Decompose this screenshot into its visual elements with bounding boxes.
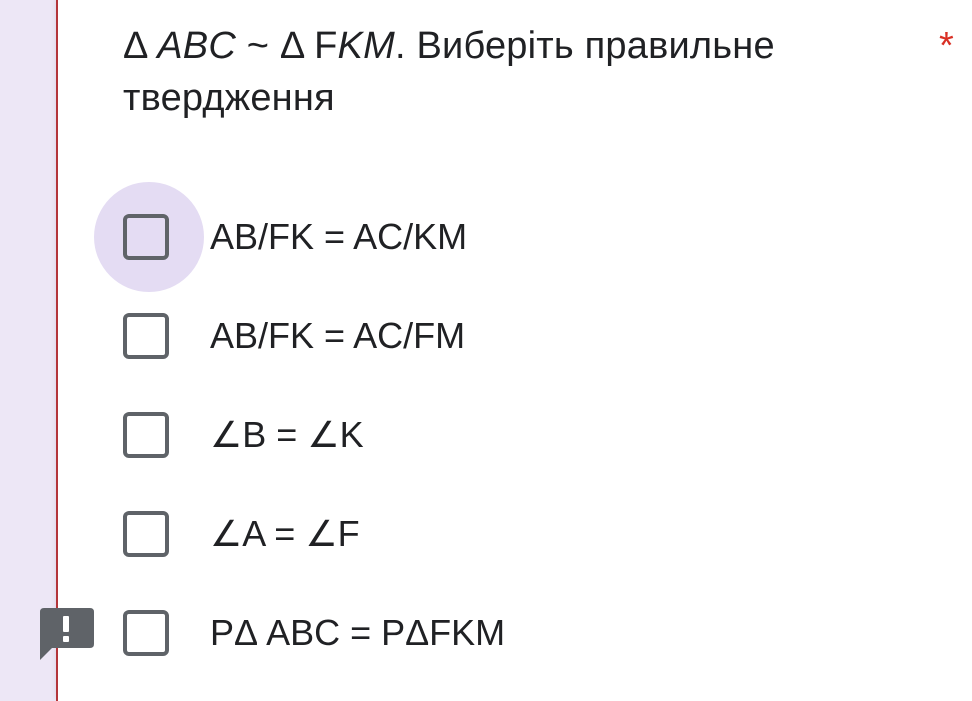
report-exclamation-icon[interactable] <box>38 606 94 662</box>
checkbox[interactable] <box>123 610 169 656</box>
option-4[interactable]: ∠A = ∠F <box>94 479 794 589</box>
checkbox[interactable] <box>123 511 169 557</box>
option-label: PΔ ABC = PΔFKM <box>210 612 506 653</box>
option-label: ∠B = ∠K <box>210 414 364 455</box>
option-5[interactable]: PΔ ABC = PΔFKM <box>94 578 794 688</box>
required-asterisk: * <box>939 25 954 67</box>
checkbox[interactable] <box>123 214 169 260</box>
option-label: AB/FK = AC/KM <box>210 216 468 257</box>
checkbox[interactable] <box>123 313 169 359</box>
checkbox[interactable] <box>123 412 169 458</box>
question-triangle-abc: ABC <box>157 25 236 67</box>
option-label: ∠A = ∠F <box>210 513 360 554</box>
question-similar: ~ Δ F <box>235 25 338 67</box>
option-label: AB/FK = AC/FM <box>210 315 466 356</box>
option-2[interactable]: AB/FK = AC/FM <box>94 281 794 391</box>
question-triangle-fkm: KM <box>337 25 395 67</box>
option-1[interactable]: AB/FK = AC/KM <box>94 182 794 292</box>
question-delta: Δ <box>123 25 158 67</box>
option-3[interactable]: ∠B = ∠K <box>94 380 794 490</box>
question-title: Δ ABC ~ Δ FKM. Виберіть правильне твердж… <box>123 20 903 124</box>
